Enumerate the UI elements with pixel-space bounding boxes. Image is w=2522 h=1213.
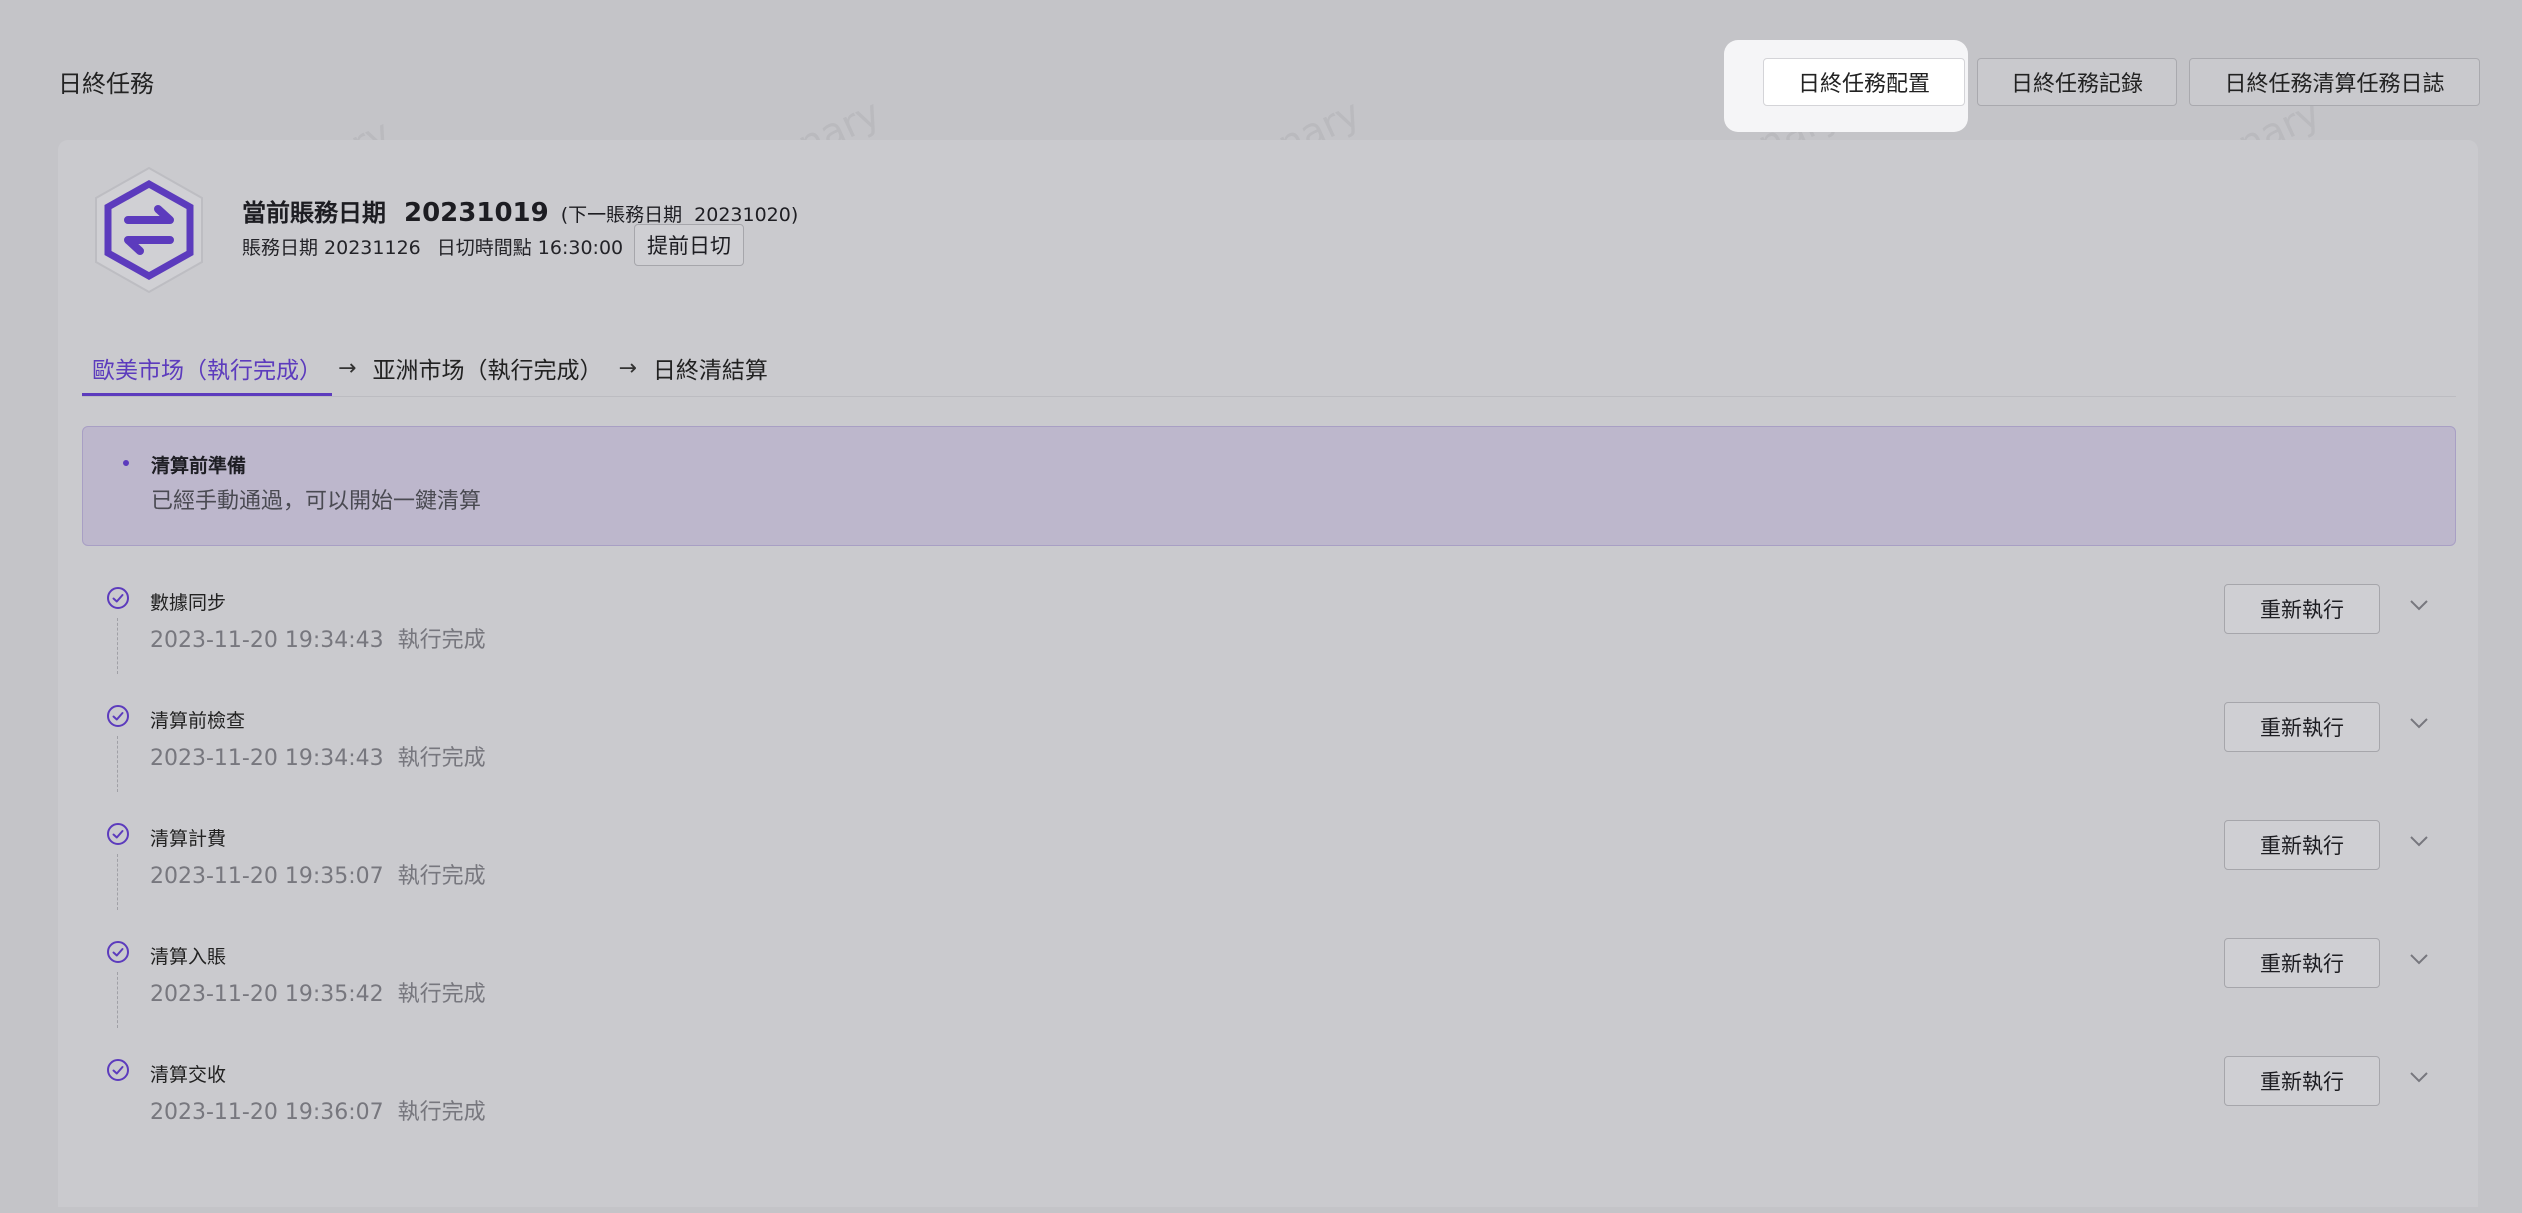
arrow-right-icon: →: [618, 355, 637, 381]
page-title: 日終任務: [58, 70, 154, 98]
cutoff-time: 日切時間點 16:30:00: [436, 237, 624, 259]
tab-eod-settlement[interactable]: 日終清結算: [643, 340, 778, 396]
rerun-button[interactable]: 重新執行: [2224, 938, 2380, 988]
chevron-down-icon[interactable]: [2408, 830, 2430, 852]
chevron-down-icon[interactable]: [2408, 712, 2430, 734]
current-date: 20231019: [404, 198, 549, 228]
task-item: 清算交收 2023-11-20 19:36:07 執行完成 重新執行: [82, 1056, 2456, 1176]
task-status-text: 執行完成: [397, 864, 486, 889]
timeline-connector: [117, 972, 118, 1028]
prep-notice: 清算前準備 已經手動通過，可以開始一鍵清算: [82, 426, 2456, 546]
tab-asia-market[interactable]: 亚洲市场（執行完成）: [362, 340, 612, 396]
rerun-button[interactable]: 重新執行: [2224, 584, 2380, 634]
task-status-text: 執行完成: [397, 746, 486, 771]
next-date-label: (下一賬務日期: [560, 204, 683, 226]
exchange-icon: [95, 166, 203, 294]
task-item: 清算計費 2023-11-20 19:35:07 執行完成 重新執行: [82, 820, 2456, 940]
task-time: 2023-11-20 19:35:07: [150, 864, 384, 889]
notice-title: 清算前準備: [151, 455, 247, 477]
task-status: 2023-11-20 19:35:07 執行完成: [150, 858, 486, 890]
account-subinfo: 賬務日期 20231126 日切時間點 16:30:00: [242, 233, 623, 260]
rerun-button[interactable]: 重新執行: [2224, 820, 2380, 870]
arrow-right-icon: →: [338, 355, 357, 381]
task-status: 2023-11-20 19:34:43 執行完成: [150, 740, 486, 772]
task-status: 2023-11-20 19:35:42 執行完成: [150, 976, 486, 1008]
task-name: 清算計費: [150, 828, 227, 850]
market-stepper: 歐美市场（執行完成） → 亚洲市场（執行完成） → 日終清結算: [82, 340, 778, 396]
account-date-label: 當前賬務日期: [242, 199, 386, 227]
task-time: 2023-11-20 19:34:43: [150, 628, 384, 653]
timeline-connector: [117, 854, 118, 910]
task-status-text: 執行完成: [397, 1100, 486, 1125]
task-name: 清算入賬: [150, 946, 227, 968]
task-item: 清算入賬 2023-11-20 19:35:42 執行完成 重新執行: [82, 938, 2456, 1058]
timeline-connector: [117, 618, 118, 674]
check-circle-icon: [107, 941, 129, 963]
tab-europe-us-market[interactable]: 歐美市场（執行完成）: [82, 340, 332, 396]
tab-divider: [82, 396, 2456, 397]
task-records-button[interactable]: 日終任務記錄: [1977, 58, 2177, 106]
chevron-down-icon[interactable]: [2408, 594, 2430, 616]
notice-text: 已經手動通過，可以開始一鍵清算: [151, 489, 482, 514]
task-name: 數據同步: [150, 592, 227, 614]
task-status-text: 執行完成: [397, 982, 486, 1007]
task-config-button[interactable]: 日終任務配置: [1763, 58, 1965, 106]
task-time: 2023-11-20 19:34:43: [150, 746, 384, 771]
rerun-button[interactable]: 重新執行: [2224, 702, 2380, 752]
advance-cutoff-button[interactable]: 提前日切: [634, 224, 744, 266]
task-time: 2023-11-20 19:35:42: [150, 982, 384, 1007]
booking-date: 賬務日期 20231126: [242, 237, 421, 259]
task-item: 清算前檢查 2023-11-20 19:34:43 執行完成 重新執行: [82, 702, 2456, 822]
next-date-info: (下一賬務日期 20231020): [561, 204, 799, 226]
clearing-log-button[interactable]: 日終任務清算任務日誌: [2189, 58, 2480, 106]
task-status: 2023-11-20 19:34:43 執行完成: [150, 622, 486, 654]
task-name: 清算前檢查: [150, 710, 246, 732]
rerun-button[interactable]: 重新執行: [2224, 1056, 2380, 1106]
chevron-down-icon[interactable]: [2408, 1066, 2430, 1088]
next-date-value: 20231020): [694, 204, 799, 226]
check-circle-icon: [107, 823, 129, 845]
check-circle-icon: [107, 587, 129, 609]
task-name: 清算交收: [150, 1064, 227, 1086]
task-item: 數據同步 2023-11-20 19:34:43 執行完成 重新執行: [82, 584, 2456, 704]
check-circle-icon: [107, 1059, 129, 1081]
task-status-text: 執行完成: [397, 628, 486, 653]
task-status: 2023-11-20 19:36:07 執行完成: [150, 1094, 486, 1126]
check-circle-icon: [107, 705, 129, 727]
account-date-title: 當前賬務日期 20231019 (下一賬務日期 20231020): [242, 193, 798, 228]
bullet-icon: [123, 460, 129, 466]
task-time: 2023-11-20 19:36:07: [150, 1100, 384, 1125]
chevron-down-icon[interactable]: [2408, 948, 2430, 970]
timeline-connector: [117, 736, 118, 792]
